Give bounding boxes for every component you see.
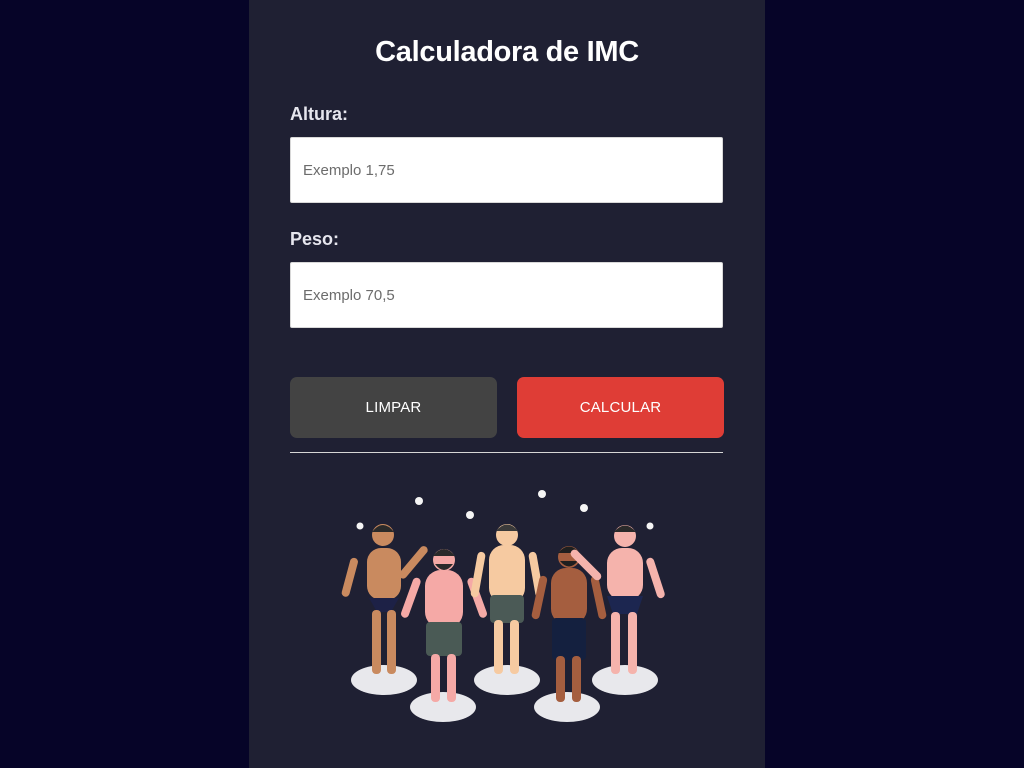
weight-input[interactable] [290, 262, 723, 328]
person-1 [341, 524, 428, 674]
group-of-people-illustration [341, 490, 665, 722]
page-title: Calculadora de IMC [375, 36, 639, 68]
clear-button[interactable]: LIMPAR [290, 377, 497, 438]
height-input[interactable] [290, 137, 723, 203]
sparkle-icons [356, 490, 654, 530]
platforms [351, 665, 658, 722]
calculate-button[interactable]: CALCULAR [517, 377, 724, 438]
height-label: Altura: [290, 104, 348, 124]
weight-label: Peso: [290, 229, 340, 249]
divider [290, 452, 723, 453]
calculator-card: Calculadora de IMC Altura: Peso: LIMPAR … [249, 0, 765, 768]
